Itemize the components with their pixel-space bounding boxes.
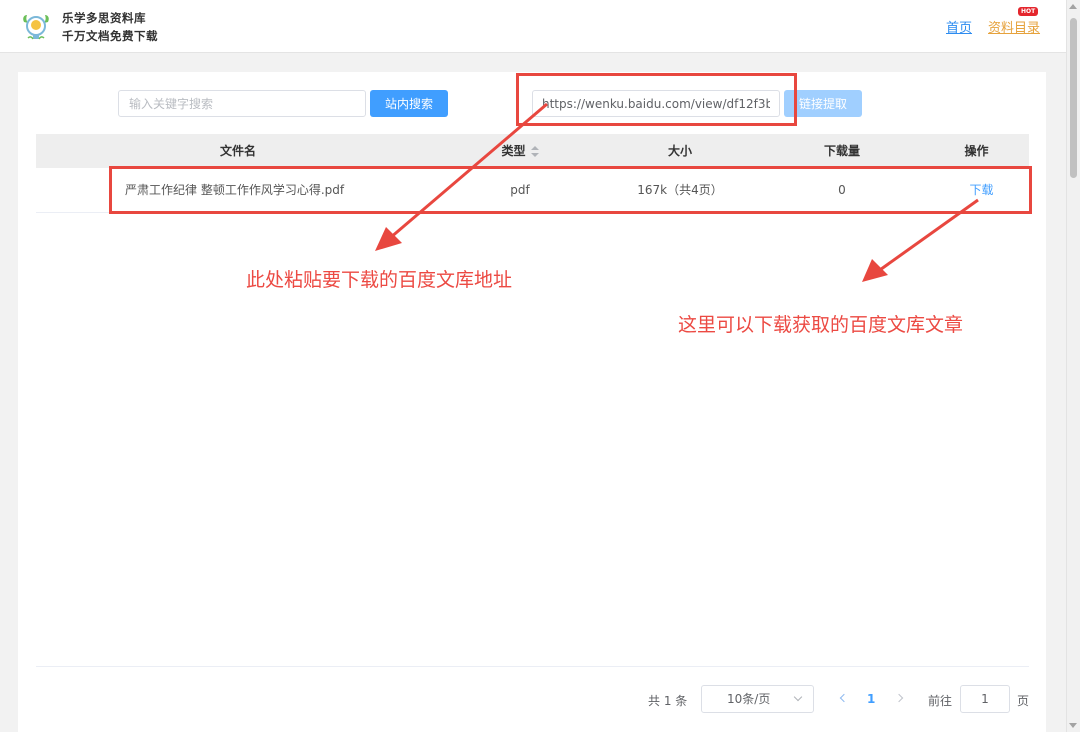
link-extract-button[interactable]: 链接提取 xyxy=(784,90,862,117)
page-suffix-label: 页 xyxy=(1017,694,1030,708)
page-size-select[interactable]: 10条/页 xyxy=(701,685,814,713)
table-header: 文件名 类型 大小 下载量 操作 xyxy=(36,134,1029,168)
keyword-search-input[interactable] xyxy=(118,90,366,117)
file-size-cell: 167k（共4页） xyxy=(637,183,723,197)
sort-caret-icon[interactable] xyxy=(530,145,539,158)
goto-label: 前往 xyxy=(928,694,953,708)
table-row: 严肃工作纪律 整顿工作作风学习心得.pdf pdf 167k（共4页） 0 下载 xyxy=(36,168,1029,213)
table-footer-divider xyxy=(36,666,1029,667)
pagination-total: 共 1 条 xyxy=(648,694,688,708)
brand-title: 乐学多思资料库 xyxy=(62,11,146,25)
column-header-size: 大小 xyxy=(667,144,692,158)
annotation-download-hint: 这里可以下载获取的百度文库文章 xyxy=(678,314,964,336)
scroll-down-arrow-icon[interactable] xyxy=(1069,723,1077,728)
file-name-cell: 严肃工作纪律 整顿工作作风学习心得.pdf xyxy=(125,183,345,197)
column-header-action: 操作 xyxy=(964,144,989,158)
download-link[interactable]: 下载 xyxy=(954,168,1009,213)
lightbulb-logo-icon xyxy=(23,15,49,40)
brand-text: 乐学多思资料库 千万文档免费下载 xyxy=(62,9,158,45)
scroll-up-arrow-icon[interactable] xyxy=(1069,4,1077,9)
wenku-url-input[interactable] xyxy=(532,90,780,117)
brand-slogan: 千万文档免费下载 xyxy=(62,29,158,43)
chevron-down-icon xyxy=(793,692,803,702)
page-scrollbar[interactable] xyxy=(1066,0,1080,732)
nav-catalog-link[interactable]: 资料目录 xyxy=(988,17,1040,36)
column-header-type[interactable]: 类型 xyxy=(440,134,600,168)
page-size-value: 10条/页 xyxy=(727,692,771,706)
annotation-paste-hint: 此处粘贴要下载的百度文库地址 xyxy=(246,269,513,291)
page-number-current[interactable]: 1 xyxy=(867,692,875,706)
column-header-downloads: 下载量 xyxy=(823,144,860,158)
file-type-cell: pdf xyxy=(510,183,530,197)
site-search-button[interactable]: 站内搜索 xyxy=(370,90,448,117)
column-header-filename: 文件名 xyxy=(219,144,256,158)
download-count-cell: 0 xyxy=(838,183,846,197)
goto-page-input[interactable] xyxy=(960,685,1010,713)
top-navbar: 乐学多思资料库 千万文档免费下载 首页 资料目录 HOT xyxy=(0,0,1080,53)
nav-home-link[interactable]: 首页 xyxy=(946,17,972,36)
scroll-thumb[interactable] xyxy=(1070,18,1077,178)
hot-badge: HOT xyxy=(1018,7,1039,16)
